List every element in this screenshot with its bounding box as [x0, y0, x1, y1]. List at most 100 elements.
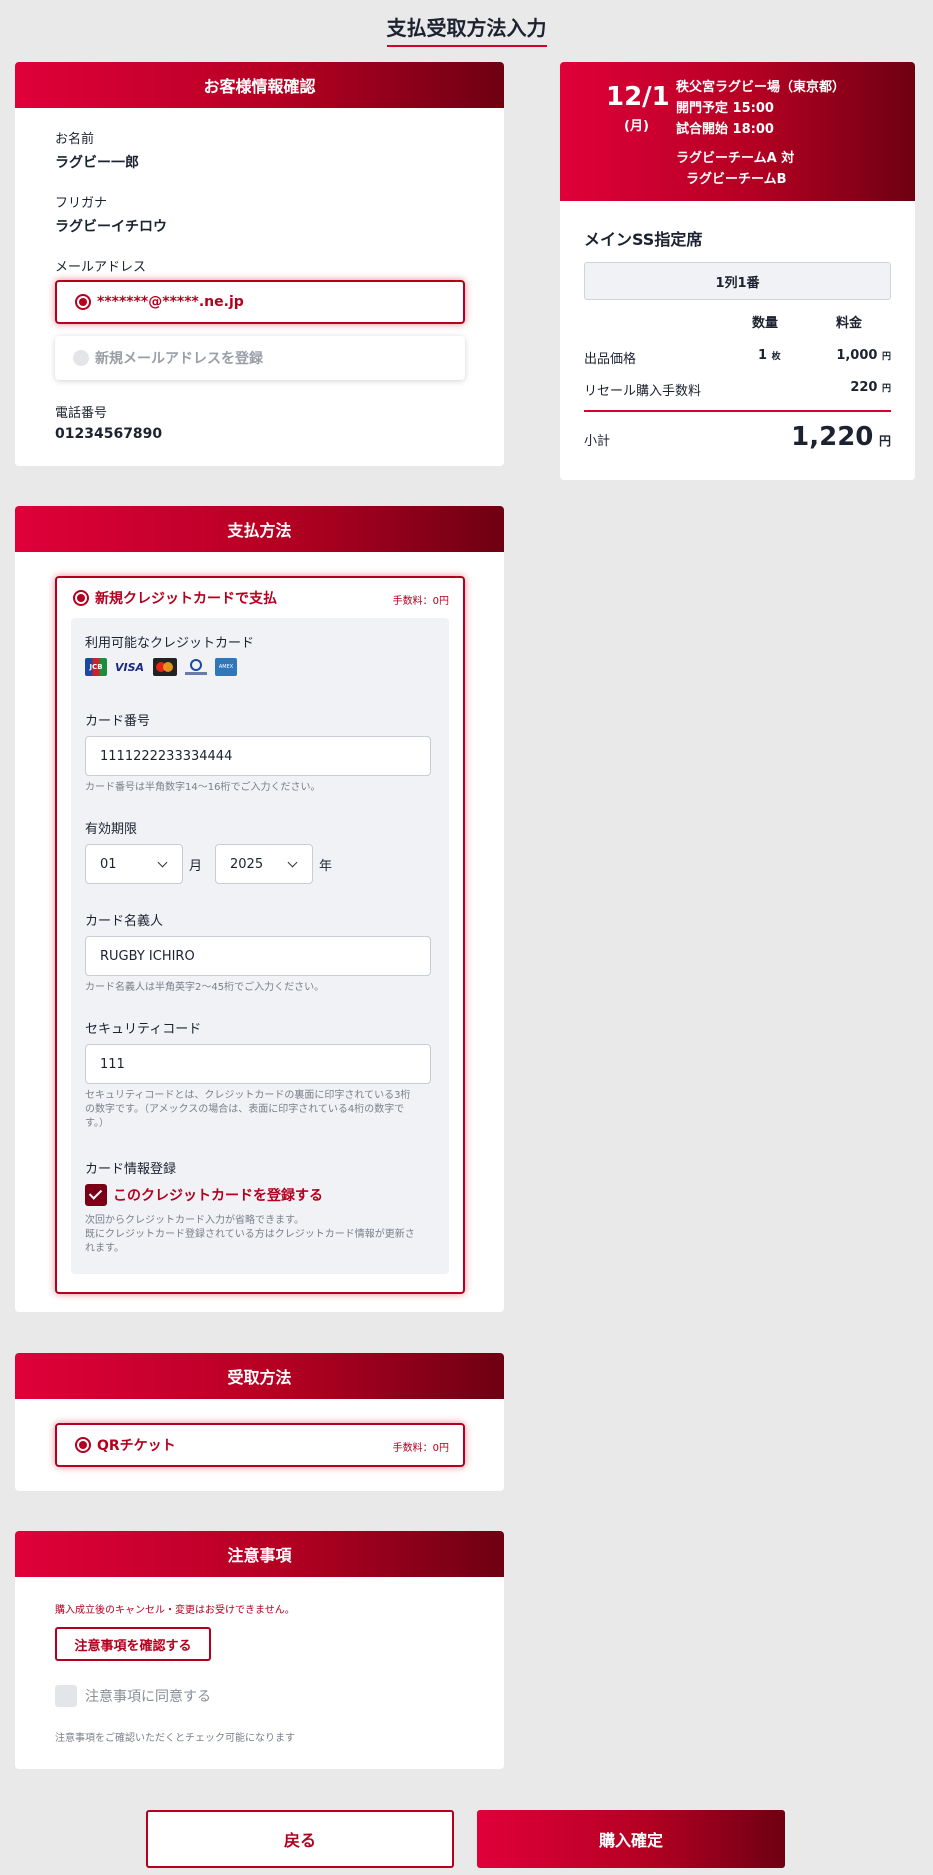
subtotal: 1,220 円 — [791, 422, 891, 452]
row1-label: 出品価格 — [584, 352, 637, 367]
back-button[interactable]: 戻る — [146, 1810, 454, 1868]
row2-price-value: 220 — [850, 380, 878, 395]
cards-label: 利用可能なクレジットカード — [85, 636, 255, 651]
row1-qty: 1 枚 — [758, 348, 781, 363]
agree-checkbox-label: 注意事項に同意する — [85, 1689, 211, 1705]
receive-fee: 手数料：0円 — [392, 1443, 449, 1454]
credit-form-panel: 利用可能なクレジットカード JCB VISA AMEX カード番号 111122… — [71, 618, 449, 1274]
card-number-hint: カード番号は半角数字14〜16桁でご入力ください。 — [85, 782, 321, 793]
checkbox-checked-icon — [85, 1184, 107, 1206]
receive-method-card: 受取方法 QRチケット 手数料：0円 — [15, 1353, 504, 1491]
customer-info-header: お客様情報確認 — [15, 62, 504, 108]
event-header: 12/1 (月) 秩父宮ラグビー場（東京都） 開門予定 15:00 試合開始 1… — [560, 62, 915, 201]
customer-info-card: お客様情報確認 お名前 ラグビー一郎 フリガナ ラグビーイチロウ メールアドレス… — [15, 62, 504, 466]
row2-price-unit: 円 — [881, 384, 891, 394]
visa-logo-icon: VISA — [115, 660, 145, 674]
agree-hint: 注意事項をご確認いただくとチェック可能になります — [55, 1733, 295, 1744]
checkbox-disabled-icon — [55, 1685, 77, 1707]
event-venue: 秩父宮ラグビー場（東京都） — [676, 80, 846, 95]
row1-qty-unit: 枚 — [771, 352, 781, 362]
notes-warning: 購入成立後のキャンセル・変更はお受けできません。 — [55, 1605, 295, 1616]
holder-hint: カード名義人は半角英字2〜45桁でご入力ください。 — [85, 982, 325, 993]
jcb-logo-icon: JCB — [85, 658, 107, 676]
row1-price-unit: 円 — [881, 352, 891, 362]
payment-method-card: 支払方法 新規クレジットカードで支払 手数料：0円 利用可能なクレジットカード … — [15, 506, 504, 1312]
agree-checkbox[interactable]: 注意事項に同意する — [55, 1685, 211, 1707]
amex-logo-icon: AMEX — [215, 658, 237, 676]
col-qty: 数量 — [752, 316, 779, 331]
payment-option-row: 新規クレジットカードで支払 — [73, 588, 277, 608]
event-summary-card: 12/1 (月) 秩父宮ラグビー場（東京都） 開門予定 15:00 試合開始 1… — [560, 62, 915, 480]
purchase-confirm-button[interactable]: 購入確定 — [477, 1810, 785, 1868]
register-label: カード情報登録 — [85, 1162, 177, 1177]
name-value: ラグビー一郎 — [55, 155, 139, 171]
notes-header: 注意事項 — [15, 1531, 504, 1577]
email-label: メールアドレス — [55, 260, 147, 275]
furigana-label: フリガナ — [55, 196, 108, 211]
diners-logo-icon — [185, 658, 207, 676]
event-open-time: 開門予定 15:00 — [676, 101, 774, 116]
subtotal-divider — [584, 410, 891, 412]
radio-selected-icon — [73, 590, 89, 606]
register-hint-2: 既にクレジットカード登録されている方はクレジットカード情報が更新さ — [85, 1229, 415, 1240]
holder-label: カード名義人 — [85, 914, 164, 929]
cvc-hint-1: セキュリティコードとは、クレジットカードの裏面に印字されている3桁 — [85, 1090, 411, 1101]
expiry-year-select[interactable]: 2025 — [215, 844, 313, 884]
mastercard-logo-icon — [153, 658, 177, 676]
payment-method-header: 支払方法 — [15, 506, 504, 552]
payment-option-credit[interactable]: 新規クレジットカードで支払 手数料：0円 利用可能なクレジットカード JCB V… — [55, 576, 465, 1294]
email-option-new-label: 新規メールアドレスを登録 — [95, 351, 263, 367]
row2-label: リセール購入手数料 — [584, 384, 702, 399]
expiry-label: 有効期限 — [85, 822, 138, 837]
cvc-hint-3: す。） — [85, 1118, 109, 1129]
holder-input[interactable]: RUGBY ICHIRO — [85, 936, 431, 976]
row2-price: 220 円 — [850, 380, 891, 395]
cvc-input[interactable]: 111 — [85, 1044, 431, 1084]
seat-box: 1列1番 — [584, 262, 891, 300]
email-option-existing[interactable]: *******@*****.ne.jp — [55, 280, 465, 324]
card-number-label: カード番号 — [85, 714, 151, 729]
month-unit: 月 — [189, 859, 203, 874]
confirm-notes-button[interactable]: 注意事項を確認する — [55, 1627, 211, 1661]
phone-value: 01234567890 — [55, 426, 163, 442]
subtotal-value: 1,220 — [791, 422, 874, 452]
page-title-text: 支払受取方法入力 — [386, 12, 547, 47]
subtotal-unit: 円 — [878, 434, 891, 448]
cvc-hint-2: の数字です。（アメックスの場合は、表面に印字されている4桁の数字で — [85, 1104, 405, 1115]
register-checkbox[interactable]: このクレジットカードを登録する — [85, 1184, 323, 1206]
event-start-time: 試合開始 18:00 — [676, 122, 774, 137]
radio-selected-icon — [75, 1437, 91, 1453]
expiry-month-value: 01 — [100, 856, 117, 872]
phone-label: 電話番号 — [55, 406, 108, 421]
furigana-value: ラグビーイチロウ — [55, 219, 167, 235]
seat-type: メインSS指定席 — [584, 230, 703, 249]
name-label: お名前 — [55, 132, 95, 147]
payment-option-label: 新規クレジットカードで支払 — [95, 591, 277, 607]
event-team-b: ラグビーチームB — [686, 172, 787, 187]
receive-method-header: 受取方法 — [15, 1353, 504, 1399]
radio-selected-icon — [75, 294, 91, 310]
row1-qty-value: 1 — [758, 348, 768, 363]
col-price: 料金 — [836, 316, 863, 331]
subtotal-label: 小計 — [584, 434, 611, 449]
year-unit: 年 — [319, 859, 333, 874]
receive-option-qr[interactable]: QRチケット 手数料：0円 — [55, 1423, 465, 1467]
expiry-year-value: 2025 — [230, 856, 264, 872]
row1-price: 1,000 円 — [836, 348, 891, 363]
row1-price-value: 1,000 — [836, 348, 878, 363]
register-checkbox-label: このクレジットカードを登録する — [113, 1188, 323, 1204]
register-hint-3: れます。 — [85, 1243, 124, 1254]
register-hint-1: 次回からクレジットカード入力が省略できます。 — [85, 1215, 304, 1226]
cvc-label: セキュリティコード — [85, 1022, 202, 1037]
event-team-a: ラグビーチームA 対 — [676, 151, 795, 166]
card-number-input[interactable]: 1111222233334444 — [85, 736, 431, 776]
event-date: 12/1 — [606, 82, 670, 112]
payment-fee: 手数料：0円 — [392, 596, 449, 607]
event-weekday: (月) — [624, 119, 649, 134]
email-option-existing-label: *******@*****.ne.jp — [97, 294, 244, 310]
page-title: 支払受取方法入力 — [0, 12, 933, 47]
radio-unselected-icon — [73, 350, 89, 366]
card-brands: JCB VISA AMEX — [85, 658, 237, 676]
expiry-month-select[interactable]: 01 — [85, 844, 183, 884]
email-option-new[interactable]: 新規メールアドレスを登録 — [55, 336, 465, 380]
